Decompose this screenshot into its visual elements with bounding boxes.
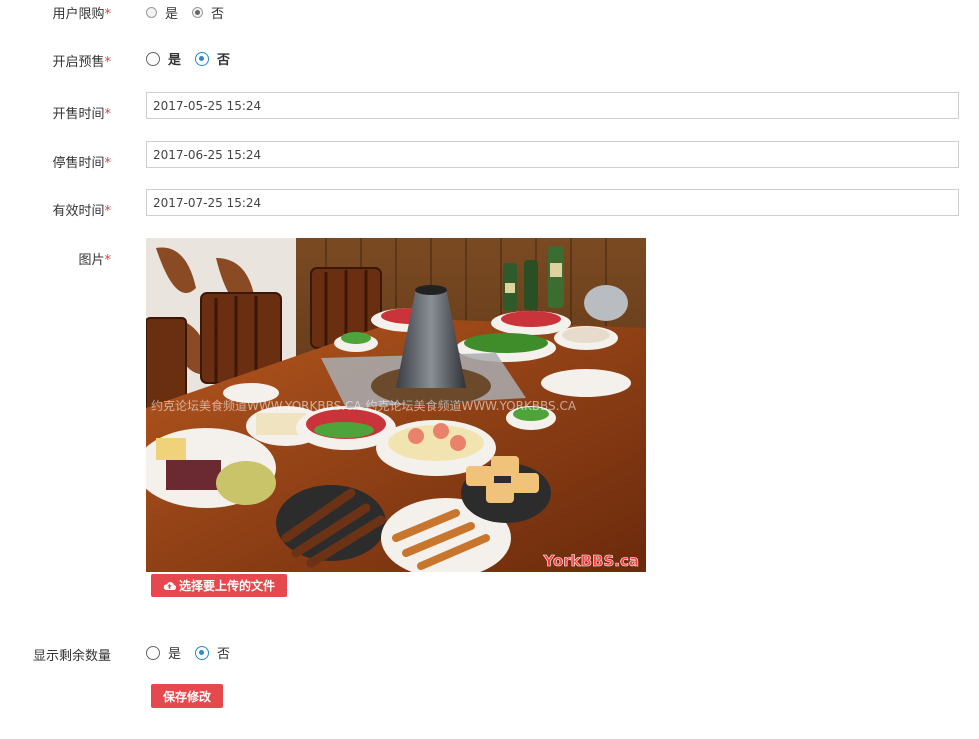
cloud-upload-icon: [163, 582, 176, 591]
show-remaining-yes[interactable]: 是: [146, 643, 181, 662]
sale-start-input[interactable]: [146, 92, 959, 119]
uploaded-food-photo: 约克论坛美食频道WWW.YORKBBS.CA 约克论坛美食频道WWW.YORKB…: [146, 238, 646, 572]
hotpot-photo-illustration: 约克论坛美食频道WWW.YORKBBS.CA 约克论坛美食频道WWW.YORKB…: [146, 238, 646, 572]
limit-purchase-radios: 是 否: [146, 3, 238, 22]
image-label: 图片*: [78, 253, 111, 268]
radio-checked-icon[interactable]: [195, 51, 210, 66]
radio-unchecked-icon[interactable]: [146, 51, 160, 66]
show-remaining-radios: 是 否: [146, 643, 244, 662]
presale-no[interactable]: 否: [195, 49, 230, 68]
yorkbbs-logo: YorkBBS.ca: [542, 552, 639, 570]
limit-purchase-label: 用户限购*: [52, 7, 111, 22]
sale-end-input[interactable]: [146, 141, 959, 168]
show-remaining-label: 显示剩余数量: [32, 649, 111, 664]
limit-purchase-no[interactable]: 否: [192, 3, 224, 22]
radio-checked-icon[interactable]: [192, 7, 204, 18]
sale-end-label: 停售时间*: [52, 156, 111, 171]
radio-checked-icon[interactable]: [195, 645, 210, 660]
sale-start-label: 开售时间*: [52, 107, 111, 122]
presale-yes[interactable]: 是: [146, 49, 181, 68]
choose-file-button[interactable]: 选择要上传的文件: [151, 574, 287, 597]
valid-time-input[interactable]: [146, 189, 959, 216]
radio-unchecked-icon[interactable]: [146, 645, 160, 660]
save-changes-button[interactable]: 保存修改: [151, 684, 223, 708]
radio-unchecked-icon[interactable]: [146, 7, 157, 18]
show-remaining-no[interactable]: 否: [195, 643, 230, 662]
limit-purchase-yes[interactable]: 是: [146, 3, 178, 22]
presale-radios: 是 否: [146, 49, 244, 68]
photo-watermark: 约克论坛美食频道WWW.YORKBBS.CA 约克论坛美食频道WWW.YORKB…: [151, 398, 577, 413]
valid-time-label: 有效时间*: [52, 204, 111, 219]
presale-label: 开启预售*: [52, 55, 111, 70]
